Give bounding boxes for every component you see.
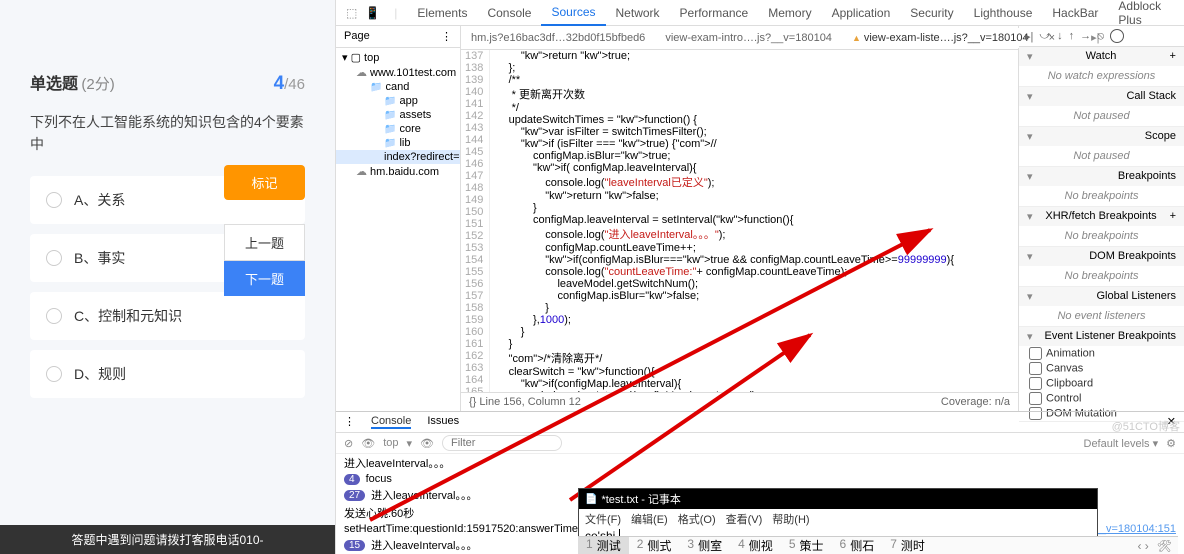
cursor-position: {} Line 156, Column 12 [469,396,581,408]
drawer-toggle-icon[interactable]: ⋮ [344,415,355,429]
tree-core[interactable]: core [336,122,460,136]
eye-icon[interactable]: 👁 [361,437,375,450]
ime-candidate[interactable]: 1 测试 [578,537,629,554]
sources-center: hm.js?e16bac3df…32bd0f15bfbed6 view-exam… [461,26,1019,411]
question-number: 4 [274,73,285,94]
filter-input[interactable] [442,435,562,451]
tab-security[interactable]: Security [900,1,963,25]
tool-icon[interactable]: 🛠 [1157,539,1172,553]
resume-icon[interactable]: ▸| [1025,30,1033,43]
menu-format[interactable]: 格式(O) [678,511,716,527]
ime-candidate[interactable]: 5 策士 [781,537,832,554]
tree-domain-2[interactable]: hm.baidu.com [336,164,460,179]
elb-item[interactable]: Clipboard [1019,376,1184,391]
filetab-liste[interactable]: view-exam-liste….js?__v=180104 [842,28,1039,48]
tab-elements[interactable]: Elements [407,1,477,25]
prev-button[interactable]: 上一题 [224,224,305,261]
tab-hackbar[interactable]: HackBar [1042,1,1108,25]
tree-cand[interactable]: cand [336,80,460,94]
option-c[interactable]: C、控制和元知识 [30,292,305,340]
radio-icon [46,308,62,324]
elb-item[interactable]: Canvas [1019,361,1184,376]
option-d[interactable]: D、规则 [30,350,305,398]
dom-section[interactable]: DOM Breakpoints [1019,247,1184,266]
next-button[interactable]: 下一题 [224,261,305,296]
more-icon[interactable]: ⋮ [441,30,452,43]
tree-domain[interactable]: www.101test.com [336,65,460,80]
exam-panel: 单选题 (2分) 4/46 下列不在人工智能系统的知识包含的4个要素中 A、关系… [0,0,335,554]
step-into-icon[interactable]: ↓ [1057,30,1063,42]
elb-item[interactable]: Control [1019,391,1184,406]
context-top[interactable]: top [383,437,398,449]
filetab-intro[interactable]: view-exam-intro….js?__v=180104 [655,28,842,48]
deactivate-icon[interactable]: ⦸ [1097,30,1104,43]
tree-index[interactable]: index?redirect=0 [336,150,460,164]
question-total: /46 [284,76,305,93]
scope-section[interactable]: Scope [1019,127,1184,146]
callstack-section[interactable]: Call Stack [1019,87,1184,106]
ime-bar[interactable]: 1 测试 2 侧式 3 侧室 4 侧视 5 策士 6 侧石 7 测时 ‹ ›🛠 [578,536,1178,554]
menu-edit[interactable]: 编辑(E) [631,511,668,527]
console-tab[interactable]: Console [371,415,411,429]
tab-memory[interactable]: Memory [758,1,821,25]
tab-performance[interactable]: Performance [670,1,759,25]
step-icon[interactable]: → [1080,30,1091,42]
radio-icon [46,366,62,382]
tab-network[interactable]: Network [606,1,670,25]
global-listeners-section[interactable]: Global Listeners [1019,287,1184,306]
ime-candidate[interactable]: 3 侧室 [679,537,730,554]
ime-candidate[interactable]: 4 侧视 [730,537,781,554]
menu-help[interactable]: 帮助(H) [772,511,809,527]
xhr-section[interactable]: XHR/fetch Breakpoints+ [1019,207,1184,226]
tab-application[interactable]: Application [822,1,901,25]
tree-lib[interactable]: lib [336,136,460,150]
notepad-title: *test.txt - 记事本 [579,489,1097,509]
watch-section[interactable]: Watch+ [1019,47,1184,66]
ime-candidate[interactable]: 7 测时 [882,537,933,554]
radio-icon [46,192,62,208]
question-text: 下列不在人工智能系统的知识包含的4个要素中 [30,111,305,156]
code-editor[interactable]: 137 138 139 140 141 142 143 144 145 146 … [461,50,1018,392]
inspect-icon[interactable]: ⬚ [342,6,361,20]
radio-icon [46,250,62,266]
step-out-icon[interactable]: ↑ [1069,30,1075,42]
coverage-label: Coverage: n/a [941,396,1010,408]
tab-lighthouse[interactable]: Lighthouse [964,1,1043,25]
tab-sources[interactable]: Sources [541,0,605,26]
elb-item[interactable]: Animation [1019,346,1184,361]
breakpoints-section[interactable]: Breakpoints [1019,167,1184,186]
ime-candidate[interactable]: 2 侧式 [629,537,680,554]
page-label[interactable]: Page [344,30,370,43]
issues-tab[interactable]: Issues [427,415,459,429]
devtools-tabs: ⬚ 📱 | Elements Console Sources Network P… [336,0,1184,26]
menu-file[interactable]: 文件(F) [585,511,621,527]
menu-view[interactable]: 查看(V) [726,511,763,527]
ime-candidate[interactable]: 6 侧石 [832,537,883,554]
device-icon[interactable]: 📱 [361,6,384,20]
watermark: @51CTO博客 [1112,418,1180,434]
question-score: (2分) [81,76,114,93]
levels-select[interactable]: Default levels ▾ [1084,437,1159,450]
clear-icon[interactable]: ⊘ [344,437,353,450]
footer-note: 答题中遇到问题请拨打客服电话010- [0,525,335,554]
tab-console[interactable]: Console [477,1,541,25]
tree-app[interactable]: app [336,94,460,108]
mark-button[interactable]: 标记 [224,165,305,200]
eye-icon[interactable]: 👁 [420,437,434,450]
elb-section[interactable]: Event Listener Breakpoints [1019,327,1184,346]
tree-assets[interactable]: assets [336,108,460,122]
devtools: ⬚ 📱 | Elements Console Sources Network P… [335,0,1184,554]
sources-sidebar: Page ⋮ ▾ ▢ top www.101test.com cand app a… [336,26,461,411]
pause-exception-icon[interactable] [1110,29,1124,43]
filetab-hm[interactable]: hm.js?e16bac3df…32bd0f15bfbed6 [461,28,655,48]
tree-top[interactable]: ▾ ▢ top [336,50,460,65]
question-type: 单选题 [30,76,78,93]
debugger-pane: ▸| ⤻ ↓ ↑ → ⦸ Watch+No watch expressions … [1019,26,1184,411]
step-over-icon[interactable]: ⤻ [1039,30,1051,43]
gear-icon[interactable]: ⚙ [1166,437,1176,450]
